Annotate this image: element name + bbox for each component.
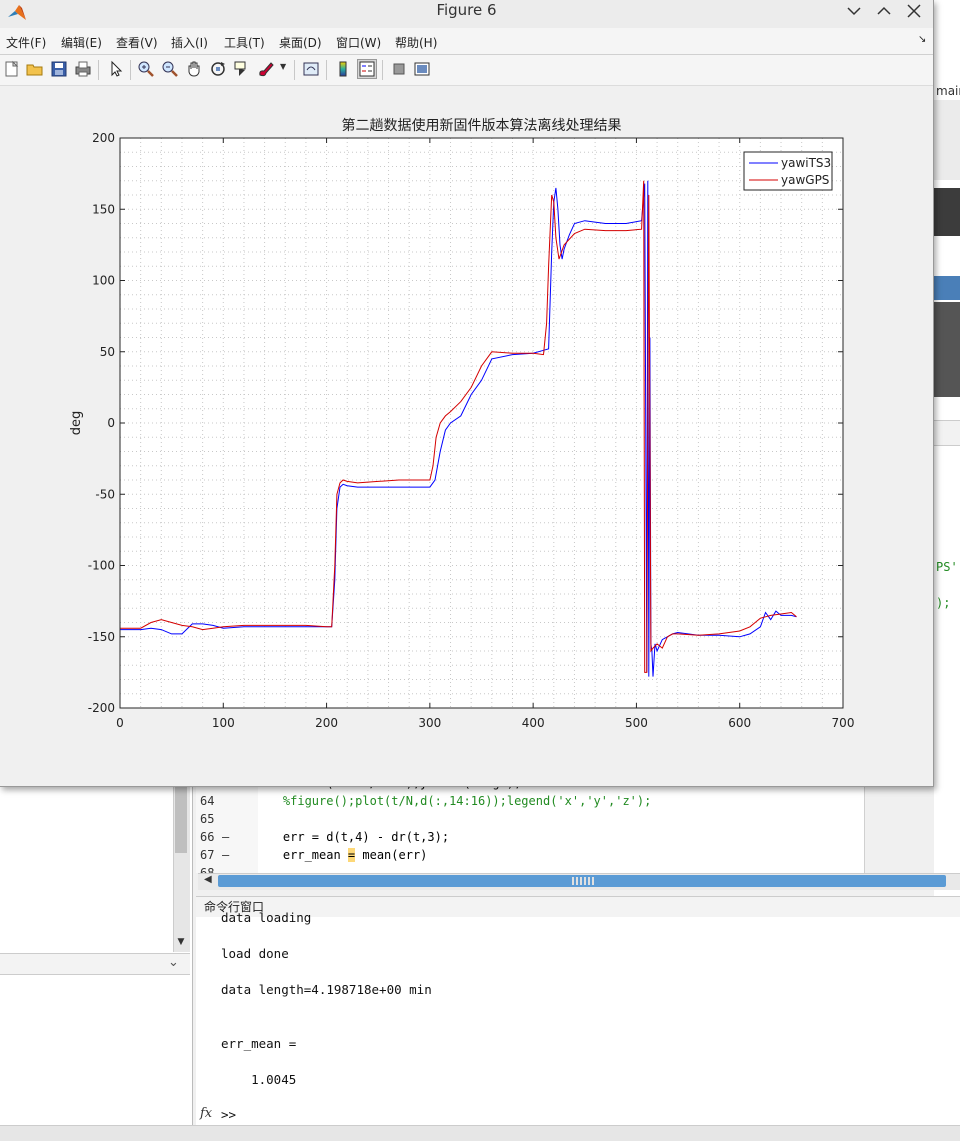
y-tick-label: -100 [88, 559, 115, 573]
legend[interactable]: yawiTS3 yawGPS [743, 151, 833, 191]
menu-item[interactable]: 文件(F) [6, 34, 46, 51]
legend-label: yawGPS [781, 173, 829, 187]
menu-item[interactable]: 查看(V) [116, 34, 158, 51]
toolbar-separator [382, 60, 383, 80]
save-icon[interactable] [50, 60, 68, 78]
rotate-icon[interactable] [209, 60, 227, 78]
toolbar-separator [326, 60, 327, 80]
background-panel-dark [934, 188, 960, 236]
zoom-in-icon[interactable] [137, 60, 155, 78]
background-panel-gray [934, 302, 960, 397]
status-bar [0, 1125, 960, 1141]
toolbar-separator [294, 60, 295, 80]
scroll-down-icon[interactable]: ▼ [175, 936, 187, 948]
background-toolstrip [934, 100, 960, 180]
y-tick-label: 200 [92, 131, 115, 145]
command-output-line: err_mean = [221, 1036, 297, 1051]
y-axis-label: deg [69, 411, 84, 436]
pointer-icon[interactable] [107, 60, 125, 78]
figure-window[interactable]: Figure 6 文件(F) 编辑(E) 查看(V) 插入(I) 工具(T) 桌面(D) 窗… [0, 0, 934, 787]
x-tick-label: 300 [418, 716, 441, 730]
menu-item[interactable]: 帮助(H) [395, 34, 437, 51]
function-browser-icon[interactable]: fx [200, 1106, 212, 1121]
background-code-fragment: ); [936, 596, 951, 610]
editor-line[interactable]: 64 %figure();plot(t/N,d(:,14:16));legend… [200, 792, 651, 810]
command-output-line: data loading [221, 910, 312, 925]
brush-dropdown-icon[interactable]: ▼ [280, 62, 286, 71]
menu-item[interactable]: 工具(T) [224, 34, 265, 51]
open-file-icon[interactable] [26, 60, 44, 78]
menu-item[interactable]: 窗口(W) [336, 34, 381, 51]
x-tick-label: 600 [728, 716, 751, 730]
y-tick-label: 100 [92, 274, 115, 288]
command-output-line: data length=4.198718e+00 min [221, 982, 432, 997]
y-tick-label: 50 [100, 345, 115, 359]
editor-line[interactable]: 67– err_mean = mean(err) [200, 846, 427, 864]
y-tick-label: -150 [88, 630, 115, 644]
menu-item[interactable]: 编辑(E) [61, 34, 102, 51]
line-number: 65 [200, 812, 215, 826]
new-figure-icon[interactable] [3, 60, 21, 78]
window-title: Figure 6 [436, 1, 497, 19]
background-divider [934, 420, 960, 446]
menu-item[interactable]: 桌面(D) [279, 34, 322, 51]
background-code-fragment: PS' [936, 560, 958, 574]
scroll-left-icon[interactable]: ◀ [204, 874, 212, 885]
scroll-grip-icon[interactable] [572, 877, 594, 885]
print-icon[interactable] [74, 60, 92, 78]
plot-canvas[interactable]: 0 100 200 300 400 500 600 700200150100500-50-10… [0, 86, 933, 786]
line-number: 66 [200, 830, 215, 844]
code-text: %figure();plot(t/N,d(:,14:16));legend('x… [254, 794, 652, 808]
line-number: 64 [200, 794, 215, 808]
dock-arrow-icon[interactable]: ↘ [918, 34, 926, 45]
x-tick-label: 200 [315, 716, 338, 730]
colorbar-icon[interactable] [334, 60, 352, 78]
code-text: err = d(t,4) - dr(t,3); [254, 830, 450, 844]
link-plot-icon[interactable] [302, 60, 320, 78]
chevron-down-icon[interactable]: ⌄ [168, 955, 179, 970]
command-output-line: 1.0045 [221, 1072, 297, 1087]
x-tick-label: 0 [116, 716, 124, 730]
x-tick-label: 500 [625, 716, 648, 730]
zoom-out-icon[interactable] [161, 60, 179, 78]
command-prompt[interactable]: >> [221, 1107, 236, 1122]
x-tick-label: 100 [212, 716, 235, 730]
toolbar-separator [98, 60, 99, 80]
maximize-icon[interactable] [873, 2, 895, 20]
command-window[interactable] [196, 917, 960, 1125]
background-tab-active [934, 276, 960, 300]
y-tick-label: -50 [95, 487, 115, 501]
editor-right-margin [864, 787, 865, 873]
legend-label: yawiTS3 [781, 156, 831, 170]
code-text: mean(err) [355, 848, 428, 862]
y-tick-label: -200 [88, 701, 115, 715]
minimize-icon[interactable] [843, 2, 865, 20]
code-text: err_mean [254, 848, 348, 862]
command-output-line: load done [221, 946, 289, 961]
x-tick-label: 400 [522, 716, 545, 730]
x-tick-label: 700 [832, 716, 855, 730]
breakpoint-marker[interactable]: – [222, 846, 254, 864]
details-panel-header[interactable] [0, 953, 190, 975]
data-cursor-icon[interactable] [233, 60, 251, 78]
pan-icon[interactable] [185, 60, 203, 78]
editor-line[interactable]: 65 [200, 810, 254, 828]
breakpoint-marker[interactable]: – [222, 828, 254, 846]
show-plot-tools-icon[interactable] [413, 60, 431, 78]
toolbar-separator [130, 60, 131, 80]
editor-line[interactable]: 66– err = d(t,4) - dr(t,3); [200, 828, 449, 846]
legend-icon[interactable] [357, 59, 377, 79]
hide-plot-tools-icon[interactable] [390, 60, 408, 78]
menu-item[interactable]: 插入(I) [171, 34, 208, 51]
brush-icon[interactable] [257, 60, 275, 78]
y-tick-label: 0 [107, 416, 115, 430]
line-number: 67 [200, 848, 215, 862]
y-tick-label: 150 [92, 202, 115, 216]
left-pane-scroll-thumb[interactable] [175, 787, 187, 853]
close-icon[interactable] [903, 2, 925, 20]
plot-title: 第二趟数据使用新固件版本算法离线处理结果 [342, 117, 622, 134]
background-file-tab[interactable]: main.c [936, 84, 960, 98]
